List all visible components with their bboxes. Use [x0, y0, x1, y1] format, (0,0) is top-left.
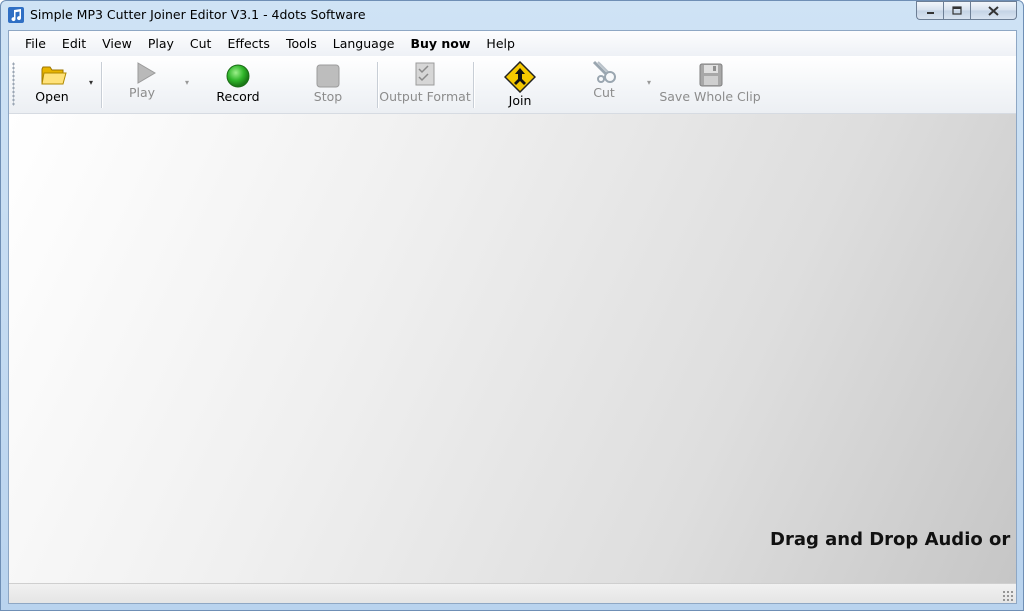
- cut-button[interactable]: Cut: [577, 56, 631, 113]
- output-format-label: Output Format: [379, 89, 471, 104]
- maximize-icon: [952, 6, 962, 15]
- record-button[interactable]: Record: [209, 56, 269, 113]
- app-window: Simple MP3 Cutter Joiner Editor V3.1 - 4…: [0, 0, 1024, 611]
- checklist-icon: [415, 62, 435, 86]
- save-whole-clip-label: Save Whole Clip: [659, 89, 761, 104]
- minimize-icon: [926, 12, 934, 14]
- cut-dropdown-icon[interactable]: ▾: [647, 78, 651, 87]
- menu-play[interactable]: Play: [140, 31, 182, 56]
- open-dropdown-icon[interactable]: ▾: [89, 78, 93, 87]
- floppy-icon: [699, 63, 723, 87]
- stop-button[interactable]: Stop: [299, 56, 357, 113]
- menu-view[interactable]: View: [94, 31, 140, 56]
- menu-bar: File Edit View Play Cut Effects Tools La…: [9, 31, 1016, 56]
- save-whole-clip-button[interactable]: Save Whole Clip: [659, 56, 761, 113]
- stop-label: Stop: [313, 89, 343, 104]
- menu-buy-now[interactable]: Buy now: [402, 31, 478, 56]
- play-button[interactable]: Play: [113, 56, 175, 113]
- output-format-button[interactable]: Output Format: [379, 56, 471, 113]
- drop-area[interactable]: Drag and Drop Audio or Vi: [9, 114, 1016, 583]
- scissors-icon: [592, 60, 616, 83]
- title-bar[interactable]: Simple MP3 Cutter Joiner Editor V3.1 - 4…: [1, 1, 1023, 29]
- music-note-icon: [8, 7, 24, 23]
- window-controls: [916, 1, 1017, 21]
- menu-language[interactable]: Language: [325, 31, 403, 56]
- menu-edit[interactable]: Edit: [54, 31, 94, 56]
- play-label: Play: [128, 85, 156, 100]
- folder-icon: [41, 66, 67, 85]
- open-label: Open: [35, 89, 69, 104]
- join-sign-icon: [504, 61, 536, 93]
- record-icon: [226, 64, 250, 88]
- play-icon: [137, 62, 156, 84]
- close-button[interactable]: [970, 1, 1017, 20]
- resize-grip-icon[interactable]: [1002, 590, 1014, 602]
- client-area: File Edit View Play Cut Effects Tools La…: [8, 30, 1017, 604]
- menu-help[interactable]: Help: [478, 31, 523, 56]
- toolbar-separator: [473, 62, 475, 108]
- maximize-button[interactable]: [943, 1, 970, 20]
- toolbar: Open ▾ Play ▾ Record Stop Output Format …: [9, 56, 1016, 114]
- stop-icon: [316, 64, 340, 88]
- toolbar-grip[interactable]: [12, 62, 15, 106]
- close-icon: [988, 5, 999, 16]
- minimize-button[interactable]: [916, 1, 943, 20]
- drop-hint-text: Drag and Drop Audio or Vi: [770, 529, 1016, 550]
- toolbar-separator: [101, 62, 103, 108]
- menu-file[interactable]: File: [9, 31, 54, 56]
- status-bar: [9, 583, 1016, 603]
- join-label: Join: [508, 93, 532, 108]
- menu-effects[interactable]: Effects: [219, 31, 278, 56]
- menu-cut[interactable]: Cut: [182, 31, 220, 56]
- cut-label: Cut: [593, 85, 615, 100]
- menu-tools[interactable]: Tools: [278, 31, 325, 56]
- play-dropdown-icon[interactable]: ▾: [185, 78, 189, 87]
- window-title: Simple MP3 Cutter Joiner Editor V3.1 - 4…: [30, 7, 366, 22]
- open-button[interactable]: Open: [27, 56, 93, 113]
- join-button[interactable]: Join: [495, 56, 545, 113]
- record-label: Record: [216, 89, 260, 104]
